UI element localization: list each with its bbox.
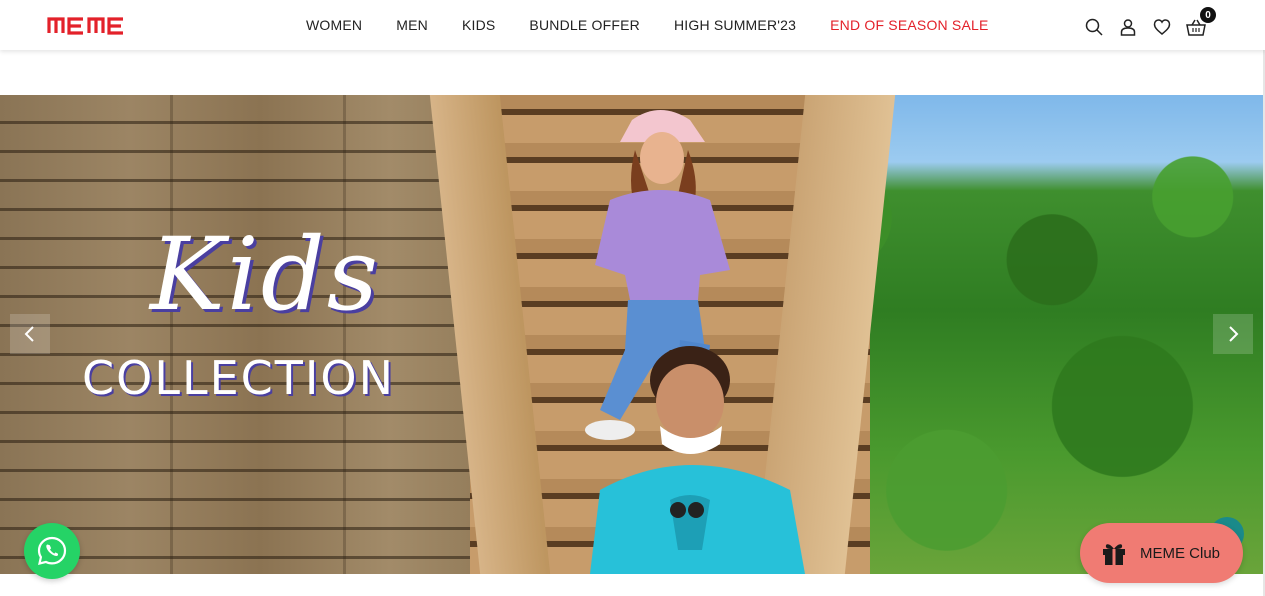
hero-banner[interactable]: Kids COLLECTION	[0, 95, 1263, 574]
gift-icon	[1103, 544, 1125, 565]
nav-high-summer[interactable]: HIGH SUMMER'23	[674, 16, 796, 34]
nav-kids[interactable]: KIDS	[462, 16, 495, 34]
nav-women[interactable]: WOMEN	[306, 16, 362, 34]
user-icon[interactable]	[1118, 17, 1138, 37]
chevron-left-icon	[24, 326, 34, 342]
whatsapp-chat-button[interactable]	[24, 523, 80, 579]
meme-club-label: MEME Club	[1140, 544, 1221, 562]
carousel-next-button[interactable]	[1213, 314, 1253, 354]
cart-count-badge: 0	[1200, 7, 1216, 23]
boy-model-image	[590, 346, 805, 574]
heart-icon[interactable]	[1152, 17, 1172, 37]
carousel-prev-button[interactable]	[10, 314, 50, 354]
hero-title-caps: COLLECTION	[82, 351, 396, 405]
header-icons: 0	[1084, 7, 1216, 37]
chevron-right-icon	[1229, 326, 1239, 342]
basket-icon[interactable]: 0	[1186, 7, 1216, 37]
site-header: WOMEN MEN KIDS BUNDLE OFFER HIGH SUMMER'…	[0, 0, 1265, 50]
meme-club-button[interactable]: MEME Club	[1080, 523, 1243, 583]
main-nav: WOMEN MEN KIDS BUNDLE OFFER HIGH SUMMER'…	[306, 16, 989, 34]
nav-men[interactable]: MEN	[396, 16, 428, 34]
nav-end-of-season-sale[interactable]: END OF SEASON SALE	[830, 16, 988, 34]
search-icon[interactable]	[1084, 17, 1104, 37]
hero-title-script: Kids	[150, 216, 381, 333]
nav-bundle-offer[interactable]: BUNDLE OFFER	[529, 16, 640, 34]
meme-logo[interactable]	[47, 15, 127, 35]
whatsapp-icon	[37, 536, 67, 565]
